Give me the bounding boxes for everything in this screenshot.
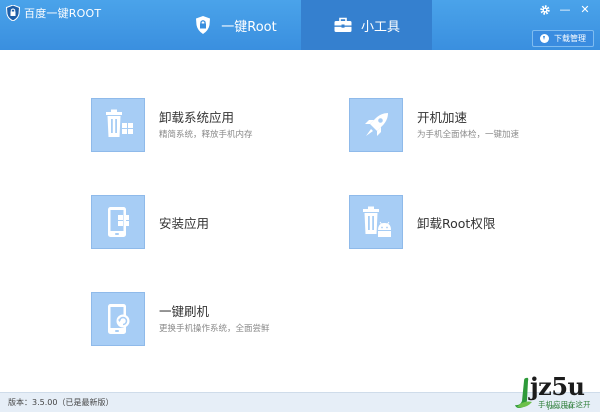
tools-panel: 卸载系统应用 精简系统，释放手机内存 开机加速 为手机全面体检，一键加速 安装应…: [0, 50, 600, 392]
phone-apps-icon: [91, 195, 145, 249]
phone-flash-icon: [91, 292, 145, 346]
tab-one-click-root[interactable]: 一键Root: [170, 0, 300, 50]
app-title: 百度一键ROOT: [24, 7, 102, 20]
watermark: jz5u 手机应用在这开 JZ5U.COM: [512, 370, 598, 412]
download-manager-button[interactable]: 下载管理: [532, 30, 594, 47]
close-button[interactable]: ✕: [577, 2, 593, 18]
tool-boot-acceleration[interactable]: 开机加速 为手机全面体检，一键加速: [349, 98, 579, 154]
tool-uninstall-root-title: 卸载Root权限: [417, 216, 496, 231]
download-manager-label: 下载管理: [554, 34, 586, 43]
watermark-url: JZ5U.COM: [548, 405, 574, 411]
download-icon: [540, 34, 549, 43]
tool-uninstall-system-apps-title: 卸载系统应用: [159, 110, 235, 125]
tab-tools[interactable]: 小工具: [301, 0, 432, 50]
tool-one-click-flash-title: 一键刷机: [159, 304, 210, 319]
watermark-logo: jz5u: [530, 372, 585, 401]
tool-uninstall-root[interactable]: 卸载Root权限: [349, 195, 579, 251]
app-logo-icon: [6, 5, 20, 21]
gear-icon: [540, 5, 550, 15]
trash-apps-icon: [91, 98, 145, 152]
tool-install-apps[interactable]: 安装应用: [91, 195, 321, 251]
tab-tools-label: 小工具: [360, 19, 400, 35]
tool-uninstall-system-apps[interactable]: 卸载系统应用 精简系统，释放手机内存: [91, 98, 321, 154]
tool-boot-acceleration-desc: 为手机全面体检，一键加速: [417, 130, 520, 140]
shield-lock-icon: [196, 16, 211, 34]
tab-one-click-root-label: 一键Root: [221, 19, 277, 35]
tool-one-click-flash-desc: 更换手机操作系统，全面尝鲜: [159, 324, 270, 334]
trash-android-icon: [349, 195, 403, 249]
settings-button[interactable]: [537, 2, 553, 18]
tool-one-click-flash[interactable]: 一键刷机 更换手机操作系统，全面尝鲜: [91, 292, 321, 348]
tool-install-apps-title: 安装应用: [159, 216, 210, 231]
toolbox-icon: [334, 17, 352, 32]
rocket-icon: [349, 98, 403, 152]
tool-boot-acceleration-title: 开机加速: [417, 110, 468, 125]
tool-uninstall-system-apps-desc: 精简系统，释放手机内存: [159, 130, 253, 140]
title-bar: 百度一键ROOT 一键Root 小工具 — ✕ 下载管理: [0, 0, 600, 50]
status-bar: 版本：3.5.00（已是最新版）: [0, 392, 600, 412]
minimize-button[interactable]: —: [557, 2, 573, 18]
version-text: 版本：3.5.00（已是最新版）: [8, 398, 114, 407]
